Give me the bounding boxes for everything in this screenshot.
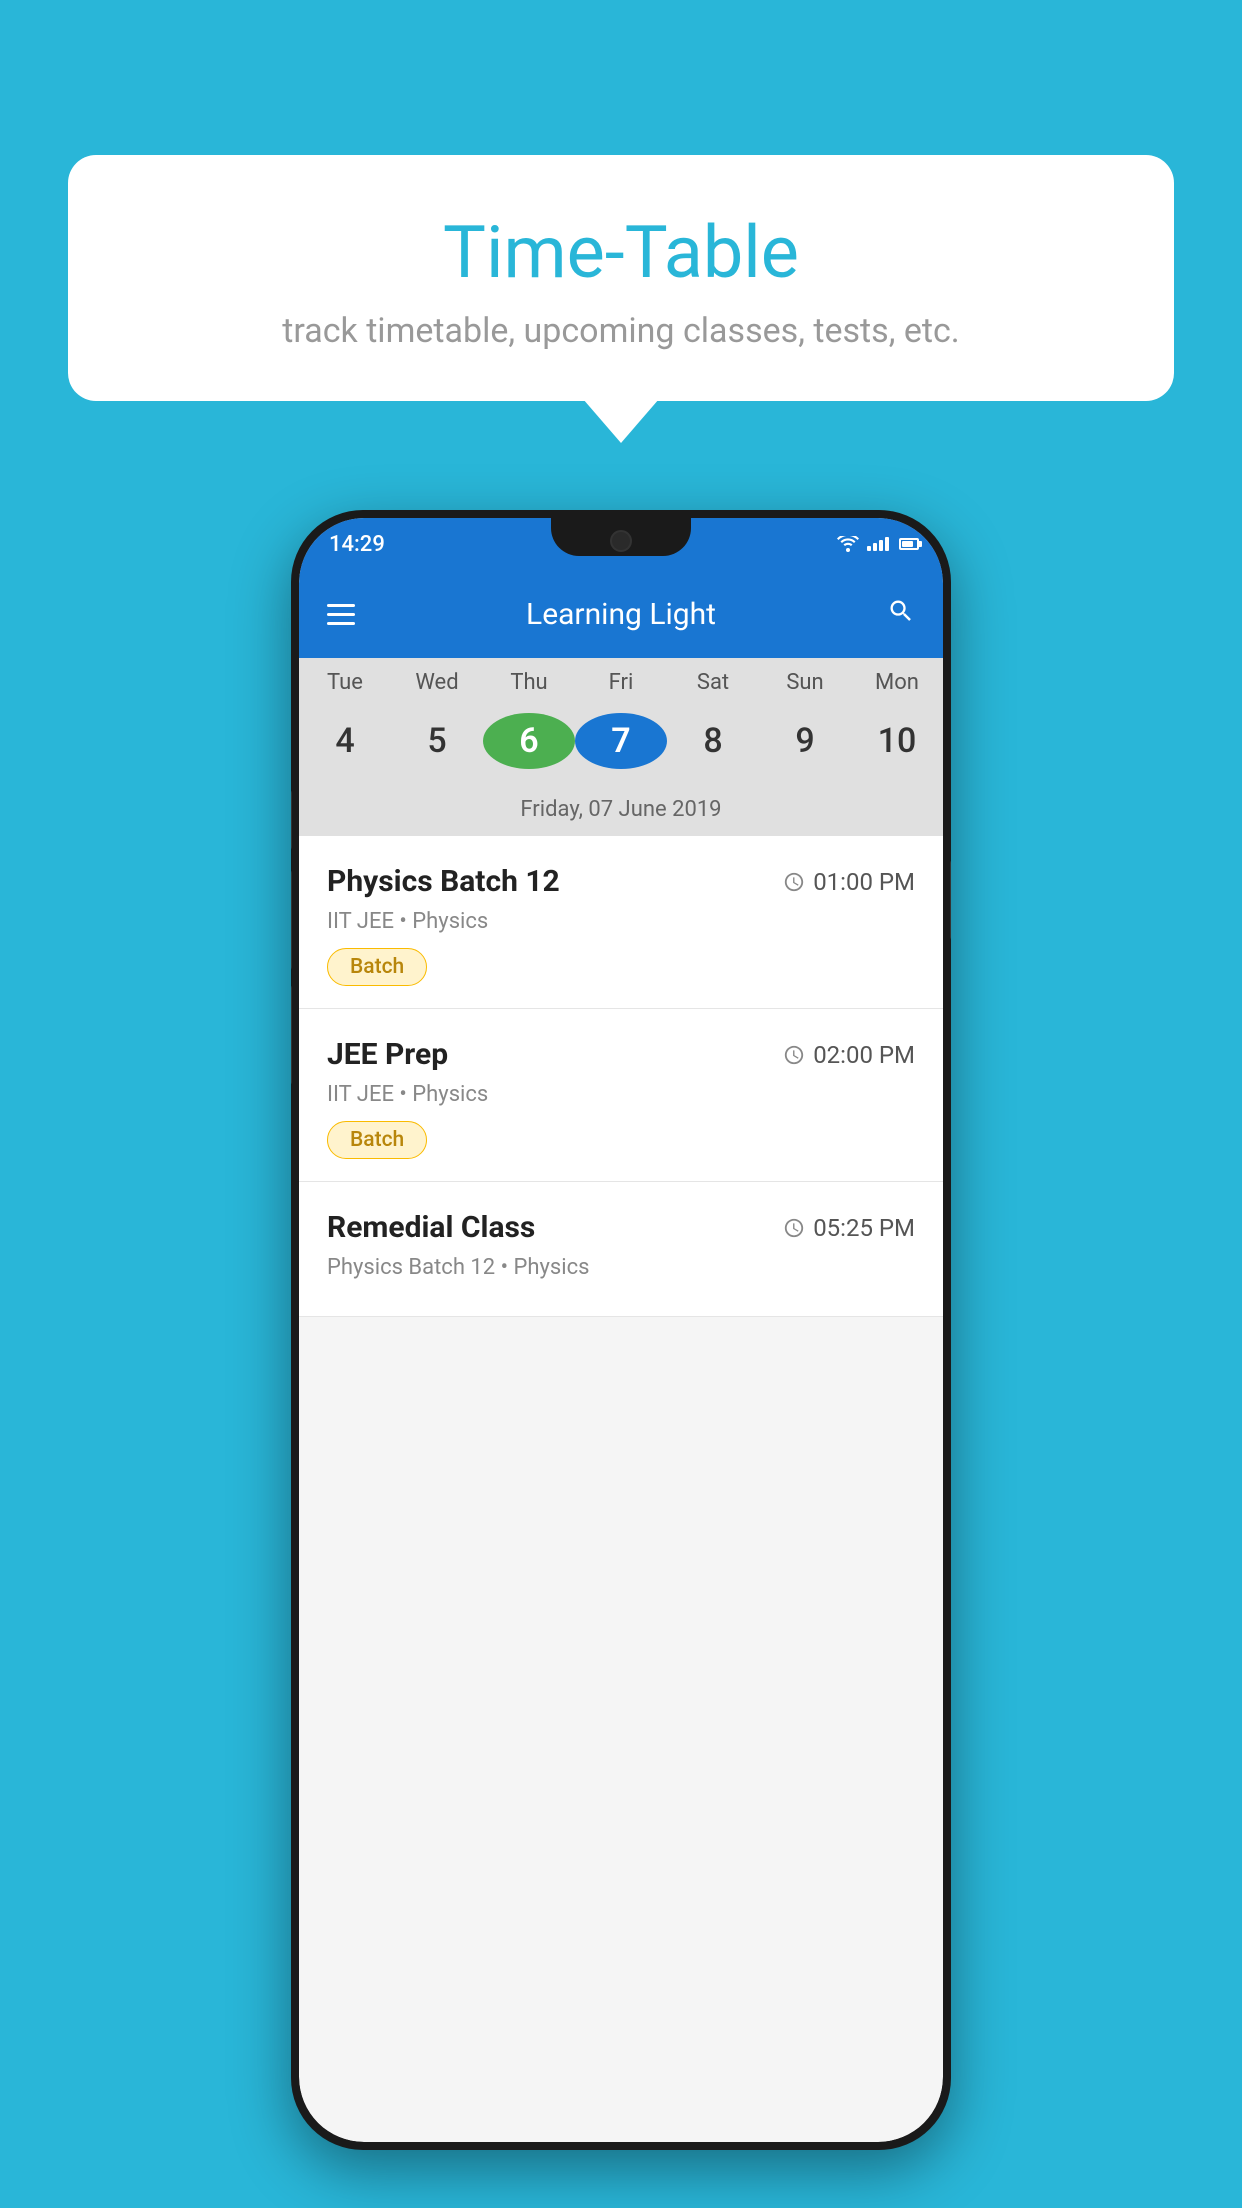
- battery-icon: [899, 538, 919, 550]
- schedule-item-2[interactable]: JEE Prep 02:00 PM IIT JEE • Physics Batc…: [299, 1009, 943, 1182]
- day-label-tue: Tue: [299, 670, 391, 695]
- day-label-mon: Mon: [851, 670, 943, 695]
- calendar-day-8[interactable]: 8: [667, 711, 759, 771]
- calendar-section: Tue Wed Thu Fri Sat Sun Mon 4 5 6 7: [299, 658, 943, 836]
- day-label-thu: Thu: [483, 670, 575, 695]
- phone-mockup: 14:29: [291, 510, 951, 2150]
- calendar-day-5[interactable]: 5: [391, 711, 483, 771]
- clock-icon-1: [783, 871, 805, 893]
- power-button: [950, 860, 951, 940]
- app-bar: Learning Light: [299, 570, 943, 658]
- schedule-item-3[interactable]: Remedial Class 05:25 PM Physics Batch 12…: [299, 1182, 943, 1317]
- calendar-selected-7[interactable]: 7: [575, 713, 667, 769]
- volume-up-button: [291, 790, 292, 850]
- status-icons: [837, 536, 919, 552]
- app-title: Learning Light: [355, 597, 887, 632]
- clock-icon-3: [783, 1217, 805, 1239]
- schedule-item-3-header: Remedial Class 05:25 PM: [327, 1210, 915, 1245]
- schedule-item-1-badge: Batch: [327, 948, 427, 986]
- schedule-list: Physics Batch 12 01:00 PM IIT JEE • Phys…: [299, 836, 943, 1317]
- day-label-fri: Fri: [575, 670, 667, 695]
- silent-button: [291, 985, 292, 1085]
- schedule-item-3-title: Remedial Class: [327, 1210, 535, 1245]
- schedule-item-2-title: JEE Prep: [327, 1037, 448, 1072]
- volume-down-button: [291, 870, 292, 970]
- schedule-item-1-subtitle: IIT JEE • Physics: [327, 909, 915, 934]
- tooltip-card: Time-Table track timetable, upcoming cla…: [68, 155, 1174, 401]
- day-labels: Tue Wed Thu Fri Sat Sun Mon: [299, 658, 943, 703]
- calendar-day-6[interactable]: 6: [483, 711, 575, 771]
- selected-date-label: Friday, 07 June 2019: [299, 787, 943, 836]
- schedule-item-2-time: 02:00 PM: [783, 1041, 915, 1069]
- schedule-item-3-time: 05:25 PM: [783, 1214, 915, 1242]
- schedule-item-1-time: 01:00 PM: [783, 868, 915, 896]
- phone-inner: 14:29: [299, 518, 943, 2142]
- schedule-item-1[interactable]: Physics Batch 12 01:00 PM IIT JEE • Phys…: [299, 836, 943, 1009]
- calendar-day-10[interactable]: 10: [851, 711, 943, 771]
- menu-button[interactable]: [327, 604, 355, 625]
- notch: [551, 518, 691, 556]
- schedule-item-2-header: JEE Prep 02:00 PM: [327, 1037, 915, 1072]
- day-numbers: 4 5 6 7 8 9 10: [299, 703, 943, 787]
- day-label-wed: Wed: [391, 670, 483, 695]
- calendar-day-9[interactable]: 9: [759, 711, 851, 771]
- day-label-sun: Sun: [759, 670, 851, 695]
- camera: [610, 530, 632, 552]
- search-button[interactable]: [887, 597, 915, 632]
- calendar-day-4[interactable]: 4: [299, 711, 391, 771]
- tooltip-subtitle: track timetable, upcoming classes, tests…: [128, 311, 1114, 351]
- wifi-icon: [837, 536, 859, 552]
- tooltip-title: Time-Table: [128, 210, 1114, 295]
- schedule-item-2-subtitle: IIT JEE • Physics: [327, 1082, 915, 1107]
- calendar-today-6[interactable]: 6: [483, 713, 575, 769]
- day-label-sat: Sat: [667, 670, 759, 695]
- schedule-item-1-title: Physics Batch 12: [327, 864, 560, 899]
- calendar-day-7[interactable]: 7: [575, 711, 667, 771]
- schedule-item-2-badge: Batch: [327, 1121, 427, 1159]
- schedule-item-3-subtitle: Physics Batch 12 • Physics: [327, 1255, 915, 1280]
- phone-screen: 14:29: [299, 518, 943, 2142]
- schedule-item-1-header: Physics Batch 12 01:00 PM: [327, 864, 915, 899]
- status-time: 14:29: [329, 532, 385, 557]
- signal-bars: [867, 537, 889, 551]
- clock-icon-2: [783, 1044, 805, 1066]
